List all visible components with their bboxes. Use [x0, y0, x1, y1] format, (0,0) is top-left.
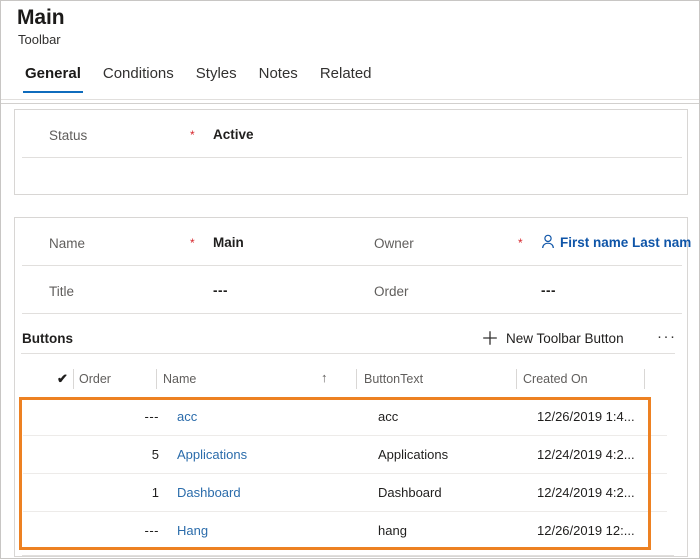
- plus-icon[interactable]: [481, 329, 499, 347]
- tab-conditions[interactable]: Conditions: [92, 63, 185, 85]
- record-entity-subtitle: Toolbar: [18, 32, 61, 47]
- header-divider-secondary: [1, 103, 699, 104]
- header-divider: [1, 99, 699, 100]
- sort-ascending-icon[interactable]: ↑: [321, 370, 328, 385]
- cell-created-on: 12/24/2019 4:2...: [537, 447, 635, 462]
- cell-buttontext: Applications: [378, 447, 449, 462]
- table-row[interactable]: 5 Applications Applications 12/24/2019 4…: [15, 435, 675, 473]
- table-row[interactable]: --- acc acc 12/26/2019 1:4...: [15, 397, 675, 435]
- column-header-order[interactable]: Order: [79, 372, 111, 386]
- status-field-divider: [22, 157, 682, 158]
- tab-related[interactable]: Related: [309, 63, 383, 85]
- table-row[interactable]: --- Hang hang 12/26/2019 12:...: [15, 511, 675, 549]
- title-label: Title: [49, 284, 75, 299]
- page-title: Main: [17, 6, 65, 29]
- tab-notes[interactable]: Notes: [248, 63, 309, 85]
- column-header-buttontext[interactable]: ButtonText: [364, 372, 423, 386]
- column-header-created-on[interactable]: Created On: [523, 372, 588, 386]
- grid-header-row: ✔ Order Name ↑ ButtonText Created On: [15, 367, 675, 394]
- app-window: Main Toolbar General Conditions Styles N…: [0, 0, 700, 559]
- column-divider: [156, 369, 157, 389]
- field-row-title-order: Title --- Order ---: [15, 266, 687, 313]
- field-row-status: Status * Active: [15, 110, 687, 157]
- cell-buttontext: Dashboard: [378, 485, 442, 500]
- status-value[interactable]: Active: [213, 127, 254, 142]
- grid-bottom-divider: [22, 555, 674, 556]
- name-value[interactable]: Main: [213, 235, 244, 250]
- cell-created-on: 12/26/2019 1:4...: [537, 409, 635, 424]
- new-toolbar-button-command[interactable]: New Toolbar Button: [506, 331, 624, 346]
- subgrid-title: Buttons: [22, 331, 73, 346]
- cell-created-on: 12/26/2019 12:...: [537, 523, 635, 538]
- name-label: Name: [49, 236, 86, 251]
- cell-name-link[interactable]: Applications: [177, 447, 247, 462]
- title-order-row-divider: [22, 313, 682, 314]
- column-header-name[interactable]: Name: [163, 372, 196, 386]
- column-divider: [73, 369, 74, 389]
- cell-buttontext: acc: [378, 409, 399, 424]
- column-divider: [356, 369, 357, 389]
- status-card: Status * Active: [14, 109, 688, 195]
- cell-order: 1: [151, 485, 159, 500]
- name-required-asterisk: *: [190, 236, 195, 250]
- field-row-name-owner: Name * Main Owner * First name Last nam: [15, 218, 691, 265]
- order-label: Order: [374, 284, 409, 299]
- cell-order: 5: [151, 447, 159, 462]
- table-row[interactable]: 1 Dashboard Dashboard 12/24/2019 4:2...: [15, 473, 675, 511]
- cell-created-on: 12/24/2019 4:2...: [537, 485, 635, 500]
- tab-general[interactable]: General: [14, 63, 92, 93]
- checkmark-icon[interactable]: ✔: [57, 371, 68, 387]
- owner-value-link[interactable]: First name Last nam: [560, 235, 691, 250]
- tab-styles[interactable]: Styles: [185, 63, 248, 85]
- subgrid-divider: [21, 353, 675, 354]
- status-required-asterisk: *: [190, 128, 195, 142]
- ellipsis-icon[interactable]: ···: [657, 329, 677, 344]
- cell-order: ---: [144, 409, 159, 424]
- column-divider: [516, 369, 517, 389]
- order-value[interactable]: ---: [541, 283, 556, 298]
- record-header: Main Toolbar General Conditions Styles N…: [1, 1, 699, 100]
- tab-list: General Conditions Styles Notes Related: [14, 63, 383, 96]
- status-label: Status: [49, 128, 88, 143]
- owner-label: Owner: [374, 236, 414, 251]
- cell-order: ---: [144, 523, 159, 538]
- cell-buttontext: hang: [378, 523, 407, 538]
- title-value[interactable]: ---: [213, 283, 228, 298]
- column-divider: [644, 369, 645, 389]
- cell-name-link[interactable]: Hang: [177, 523, 208, 538]
- cell-name-link[interactable]: Dashboard: [177, 485, 241, 500]
- cell-name-link[interactable]: acc: [177, 409, 197, 424]
- grid-body: --- acc acc 12/26/2019 1:4... 5 Applicat…: [15, 397, 675, 549]
- person-icon: [541, 234, 555, 249]
- owner-required-asterisk: *: [518, 236, 523, 250]
